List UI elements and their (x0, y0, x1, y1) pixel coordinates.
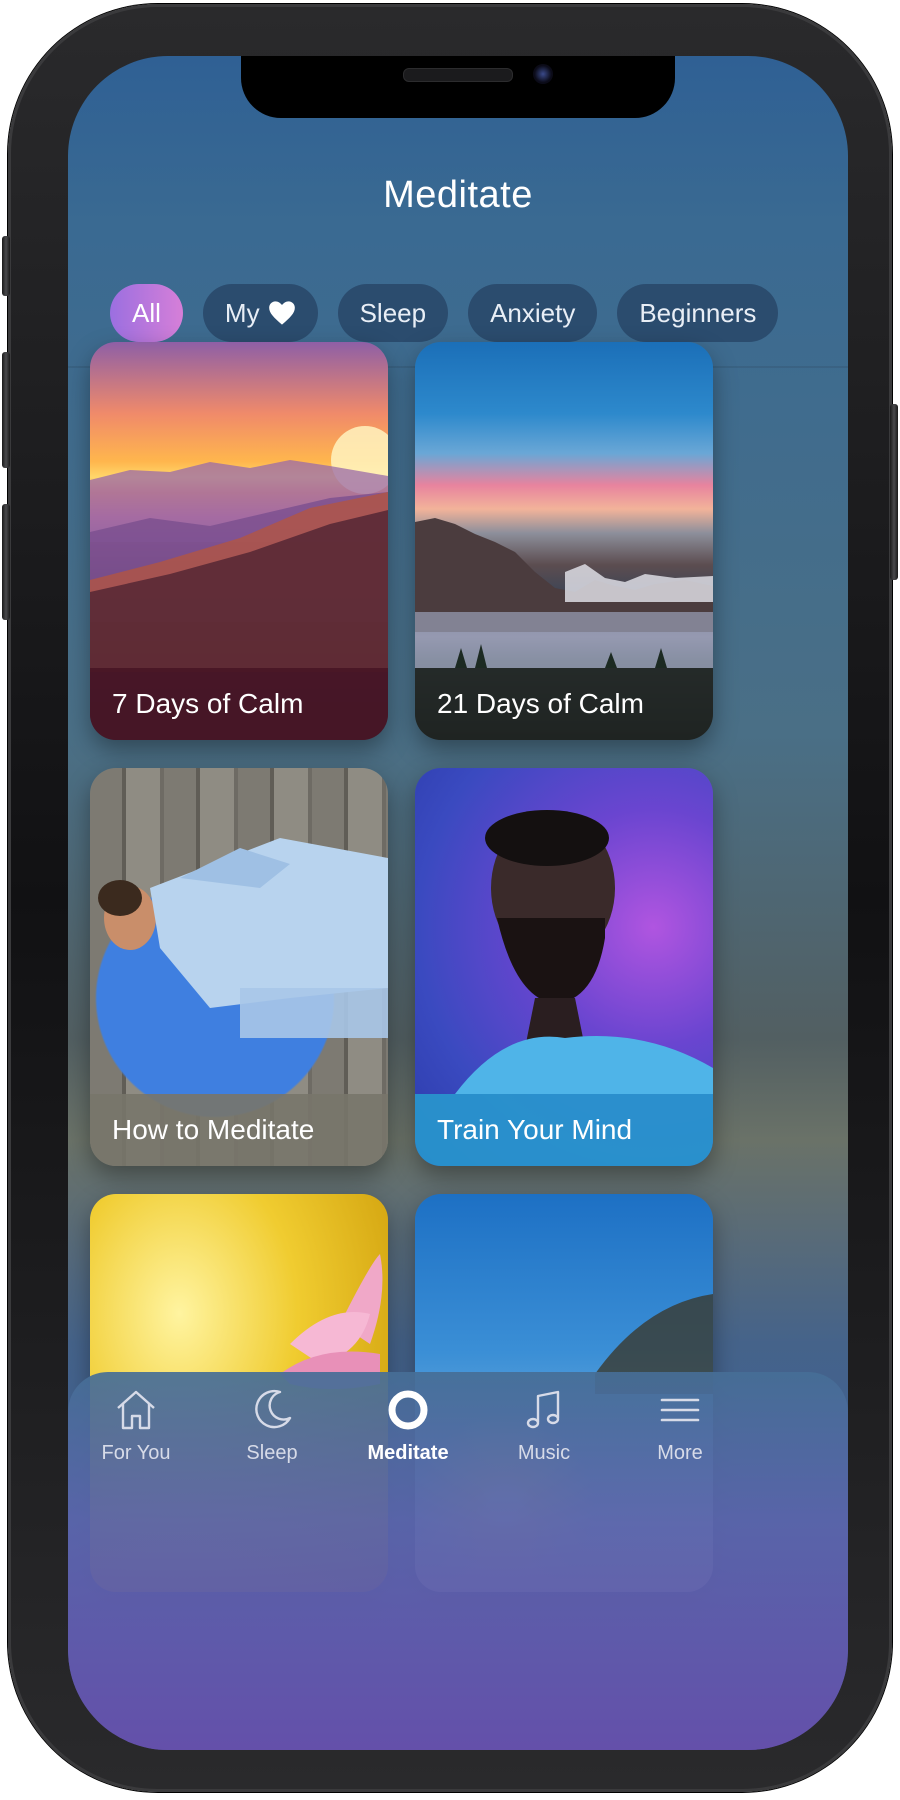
filter-chip-label: Anxiety (490, 297, 576, 328)
notch (241, 56, 675, 118)
filter-chip-label: All (132, 297, 161, 328)
tab-label: More (657, 1442, 703, 1464)
filter-chip-beginners[interactable]: Beginners (617, 284, 779, 342)
tab-music[interactable]: Music (476, 1372, 612, 1482)
music-note-icon (526, 1390, 560, 1429)
home-icon (117, 1390, 155, 1430)
tab-label: Meditate (367, 1442, 449, 1464)
card-title: 21 Days of Calm (415, 668, 713, 740)
tab-sleep[interactable]: Sleep (204, 1372, 340, 1482)
heart-icon (268, 301, 295, 325)
filter-chip-label: Sleep (359, 297, 427, 328)
tab-label: For You (101, 1442, 171, 1464)
volume-down-button (2, 504, 10, 620)
page-title: Meditate (383, 174, 533, 216)
tab-meditate[interactable]: Meditate (340, 1372, 476, 1482)
volume-up-button (2, 352, 10, 468)
speaker-grille (403, 68, 513, 82)
phone-frame: Meditate All My Sleep Anxiety Beginners (2, 4, 898, 1792)
filter-chip-my-favorites[interactable]: My (202, 284, 318, 342)
tab-label: Sleep (246, 1442, 298, 1464)
tab-label: Music (517, 1442, 571, 1464)
filter-chip-label: Beginners (639, 297, 757, 328)
card-title: How to Meditate (90, 1094, 388, 1166)
tab-for-you[interactable]: For You (68, 1372, 204, 1482)
filter-chip-anxiety[interactable]: Anxiety (468, 284, 598, 342)
meditation-card-how-to-meditate[interactable]: How to Meditate (90, 768, 388, 1166)
meditation-card-train-your-mind[interactable]: Train Your Mind (415, 768, 713, 1166)
card-title: Train Your Mind (415, 1094, 713, 1166)
card-title: 7 Days of Calm (90, 668, 388, 740)
mute-switch (2, 236, 10, 296)
filter-chip-sleep[interactable]: Sleep (337, 284, 449, 342)
filter-chips: All My Sleep Anxiety Beginners (110, 284, 779, 342)
meditation-card-7-days-of-calm[interactable]: 7 Days of Calm (90, 342, 388, 740)
filter-chip-all[interactable]: All (110, 284, 183, 342)
filter-chip-label: My (224, 297, 260, 328)
power-button (890, 404, 898, 580)
tab-more[interactable]: More (612, 1372, 748, 1482)
app-screen: Meditate All My Sleep Anxiety Beginners (68, 56, 848, 1750)
circle-icon (388, 1390, 428, 1430)
menu-icon (660, 1398, 700, 1422)
tab-bar: For You Sleep Meditate Music More (68, 1372, 848, 1750)
moon-icon (255, 1389, 292, 1429)
front-camera (533, 64, 553, 84)
meditation-card-21-days-of-calm[interactable]: 21 Days of Calm (415, 342, 713, 740)
